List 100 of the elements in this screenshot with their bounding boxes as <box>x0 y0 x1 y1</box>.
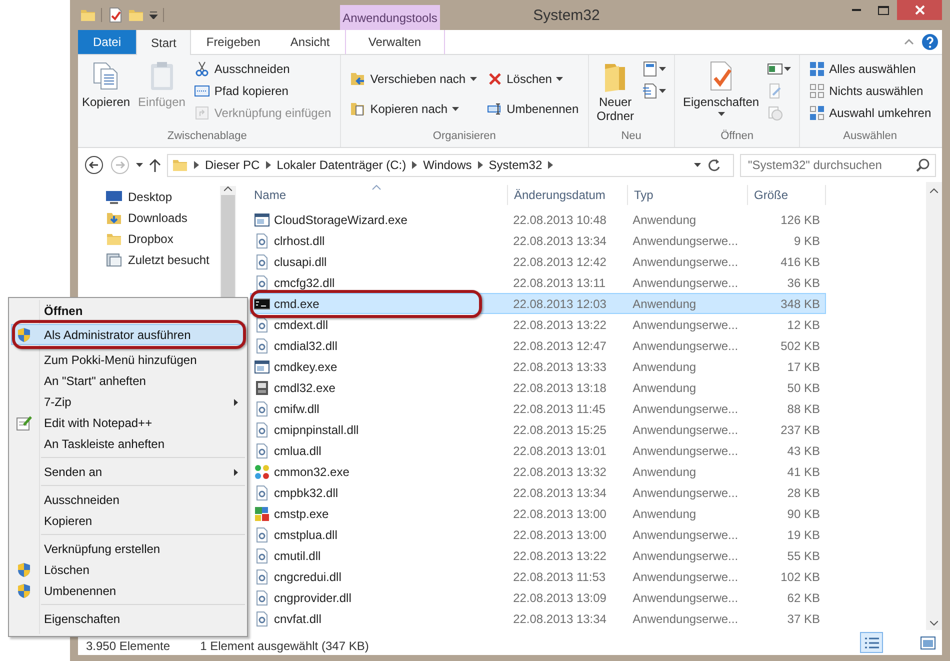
breadcrumb-item[interactable]: System32 <box>488 158 542 172</box>
file-row[interactable]: cmdial32.dll 22.08.2013 12:47 Anwendungserwe... 502 KB <box>250 335 826 356</box>
file-row[interactable]: cngprovider.dll 22.08.2013 13:09 Anwendungserwe... 62 KB <box>250 587 826 608</box>
table-cell-text: Anwendungserwe... <box>632 590 740 604</box>
table-cell-text: Anwendungserwe... <box>632 444 740 458</box>
table-cell-text: Anwendung <box>632 360 698 374</box>
file-row[interactable]: cmmon32.exe 22.08.2013 13:32 Anwendung 41 KB <box>250 461 826 482</box>
search-field[interactable]: "System32" durchsuchen <box>740 154 936 176</box>
file-row[interactable]: cngcredui.dll 22.08.2013 11:53 Anwendungserwe... 102 KB <box>250 566 826 587</box>
ribbon-button[interactable]: Kopieren <box>80 58 132 111</box>
file-row[interactable]: cmlua.dll 22.08.2013 13:01 Anwendungserwe... 43 KB <box>250 440 826 461</box>
ribbon-button[interactable]: Auswahl umkehren <box>806 102 934 124</box>
table-cell-text: Anwendungserwe... <box>632 486 740 500</box>
table-cell-text: Anwendung <box>632 506 698 520</box>
table-cell-text: Anwendung <box>632 380 698 394</box>
address-bar[interactable]: Dieser PC Lokaler Datenträger (C:) Windows System32 <box>167 154 734 176</box>
nav-item[interactable]: Dropbox <box>106 228 218 249</box>
menu-item[interactable]: Ausschneiden <box>11 489 245 510</box>
table-cell-text: Anwendungserwe... <box>632 276 740 290</box>
ribbon-button[interactable]: Ausschneiden <box>191 58 334 80</box>
ribbon-button[interactable]: Umbenennen <box>484 98 582 120</box>
ribbon-tab[interactable]: Verwalten <box>344 30 445 54</box>
ribbon-button[interactable]: Löschen <box>484 68 582 90</box>
ribbon-button[interactable]: Alles auswählen <box>806 58 934 80</box>
table-cell-text: Anwendung <box>632 296 698 310</box>
ribbon-button[interactable]: Nichts auswählen <box>806 80 934 102</box>
table-cell-text: 22.08.2013 10:48 <box>512 212 608 226</box>
file-row[interactable]: cmdl32.exe 22.08.2013 13:18 Anwendung 50 KB <box>250 377 826 398</box>
menu-item[interactable]: An "Start" anheften <box>11 370 245 391</box>
column-header[interactable]: Größe <box>748 185 826 205</box>
file-row[interactable]: cmdext.dll 22.08.2013 13:22 Anwendungserwe... 12 KB <box>250 314 826 335</box>
ribbon-tab[interactable]: Start <box>136 30 192 55</box>
breadcrumb-item[interactable]: Windows <box>423 158 472 172</box>
table-cell-text: 12 KB <box>786 318 821 332</box>
table-cell-text: 22.08.2013 11:45 <box>512 402 607 416</box>
menu-item[interactable]: Kopieren <box>11 510 245 531</box>
menu-item[interactable]: Eigenschaften <box>11 608 245 629</box>
table-cell-text: 88 KB <box>786 402 821 416</box>
menu-item[interactable]: Verknüpfung erstellen <box>11 538 245 559</box>
menu-item[interactable]: Löschen <box>11 559 245 580</box>
file-name: cmdial32.dll <box>274 338 338 352</box>
file-row[interactable]: cmdkey.exe 22.08.2013 13:33 Anwendung 17 KB <box>250 356 826 377</box>
file-name: clrhost.dll <box>274 234 325 248</box>
file-row[interactable]: clrhost.dll 22.08.2013 13:34 Anwendungserwe... 9 KB <box>250 230 826 251</box>
file-name: cngcredui.dll <box>274 570 342 584</box>
file-row[interactable]: cnvfat.dll 22.08.2013 13:34 Anwendungserwe... 37 KB <box>250 608 826 629</box>
menu-item[interactable]: 7-Zip <box>11 391 245 412</box>
table-cell-text: 55 KB <box>786 548 821 562</box>
table-cell-text: 416 KB <box>780 254 821 268</box>
file-row[interactable]: cmifw.dll 22.08.2013 11:45 Anwendungserwe... 88 KB <box>250 398 826 419</box>
group-label: Organisieren <box>432 130 497 144</box>
file-name: cmdkey.exe <box>274 360 338 374</box>
ribbon-button[interactable]: Eigenschaften <box>681 58 762 118</box>
table-cell-text: 22.08.2013 13:22 <box>512 548 608 562</box>
column-header[interactable]: Typ <box>628 185 748 205</box>
file-row[interactable]: clusapi.dll 22.08.2013 12:42 Anwendungserwe... 416 KB <box>250 251 826 272</box>
menu-item[interactable]: Als Administrator ausführen <box>11 324 245 345</box>
window-title: System32 <box>532 6 601 26</box>
file-row[interactable]: cmpbk32.dll 22.08.2013 13:34 Anwendungserwe... 28 KB <box>250 482 826 503</box>
file-row[interactable]: CloudStorageWizard.exe 22.08.2013 10:48 Anwendung 126 KB <box>250 209 826 230</box>
menu-item[interactable]: Umbenennen <box>11 580 245 601</box>
nav-item[interactable]: Downloads <box>106 207 218 228</box>
file-row[interactable]: cmutil.dll 22.08.2013 13:22 Anwendungserwe... 55 KB <box>250 545 826 566</box>
file-name: cmifw.dll <box>274 402 320 416</box>
ribbon-tab[interactable]: Datei <box>78 30 136 54</box>
ribbon-button[interactable]: Neuer Ordner <box>594 58 636 125</box>
table-cell-text: Anwendung <box>632 464 698 478</box>
menu-item[interactable]: Senden an <box>11 461 245 482</box>
context-tab-header: Anwendungstools <box>340 5 440 30</box>
file-row[interactable]: cmd.exe 22.08.2013 12:03 Anwendung 348 KB <box>250 293 826 314</box>
table-cell-text: Anwendung <box>632 212 698 226</box>
column-header[interactable]: Änderungsdatum <box>508 185 628 205</box>
ribbon-button[interactable]: Verschieben nach <box>347 68 480 90</box>
breadcrumb-item[interactable]: Lokaler Datenträger (C:) <box>276 158 406 172</box>
file-name: cmd.exe <box>274 296 320 310</box>
table-cell-text: 22.08.2013 13:34 <box>512 486 608 500</box>
file-row[interactable]: cmstplua.dll 22.08.2013 13:00 Anwendungserwe... 19 KB <box>250 524 826 545</box>
table-cell-text: 126 KB <box>780 212 821 226</box>
menu-item[interactable]: Edit with Notepad++ <box>11 412 245 433</box>
table-cell-text: 22.08.2013 12:47 <box>512 338 608 352</box>
file-row[interactable]: cmipnpinstall.dll 22.08.2013 15:25 Anwendungserwe... 237 KB <box>250 419 826 440</box>
file-name: cngprovider.dll <box>274 590 352 604</box>
ribbon-button[interactable]: Kopieren nach <box>347 98 480 120</box>
table-cell-text: Anwendungserwe... <box>632 338 740 352</box>
table-cell-text: Anwendungserwe... <box>632 548 740 562</box>
menu-item[interactable]: Öffnen <box>11 300 245 321</box>
table-cell-text: Anwendungserwe... <box>632 402 740 416</box>
table-cell-text: 41 KB <box>786 464 821 478</box>
ribbon-button[interactable]: Pfad kopieren <box>191 80 334 102</box>
table-cell-text: 22.08.2013 13:33 <box>512 360 608 374</box>
breadcrumb-item[interactable]: Dieser PC <box>205 158 260 172</box>
menu-item[interactable]: Zum Pokki-Menü hinzufügen <box>11 349 245 370</box>
table-cell-text: 22.08.2013 13:34 <box>512 612 608 626</box>
file-name: cmpbk32.dll <box>274 486 338 500</box>
file-row[interactable]: cmcfg32.dll 22.08.2013 13:11 Anwendungserwe... 36 KB <box>250 272 826 293</box>
column-header[interactable]: Name <box>250 185 508 205</box>
nav-item[interactable]: Zuletzt besucht <box>106 249 218 270</box>
menu-item[interactable]: An Taskleiste anheften <box>11 433 245 454</box>
file-row[interactable]: cmstp.exe 22.08.2013 13:00 Anwendung 90 KB <box>250 503 826 524</box>
nav-item[interactable]: Desktop <box>106 186 218 207</box>
